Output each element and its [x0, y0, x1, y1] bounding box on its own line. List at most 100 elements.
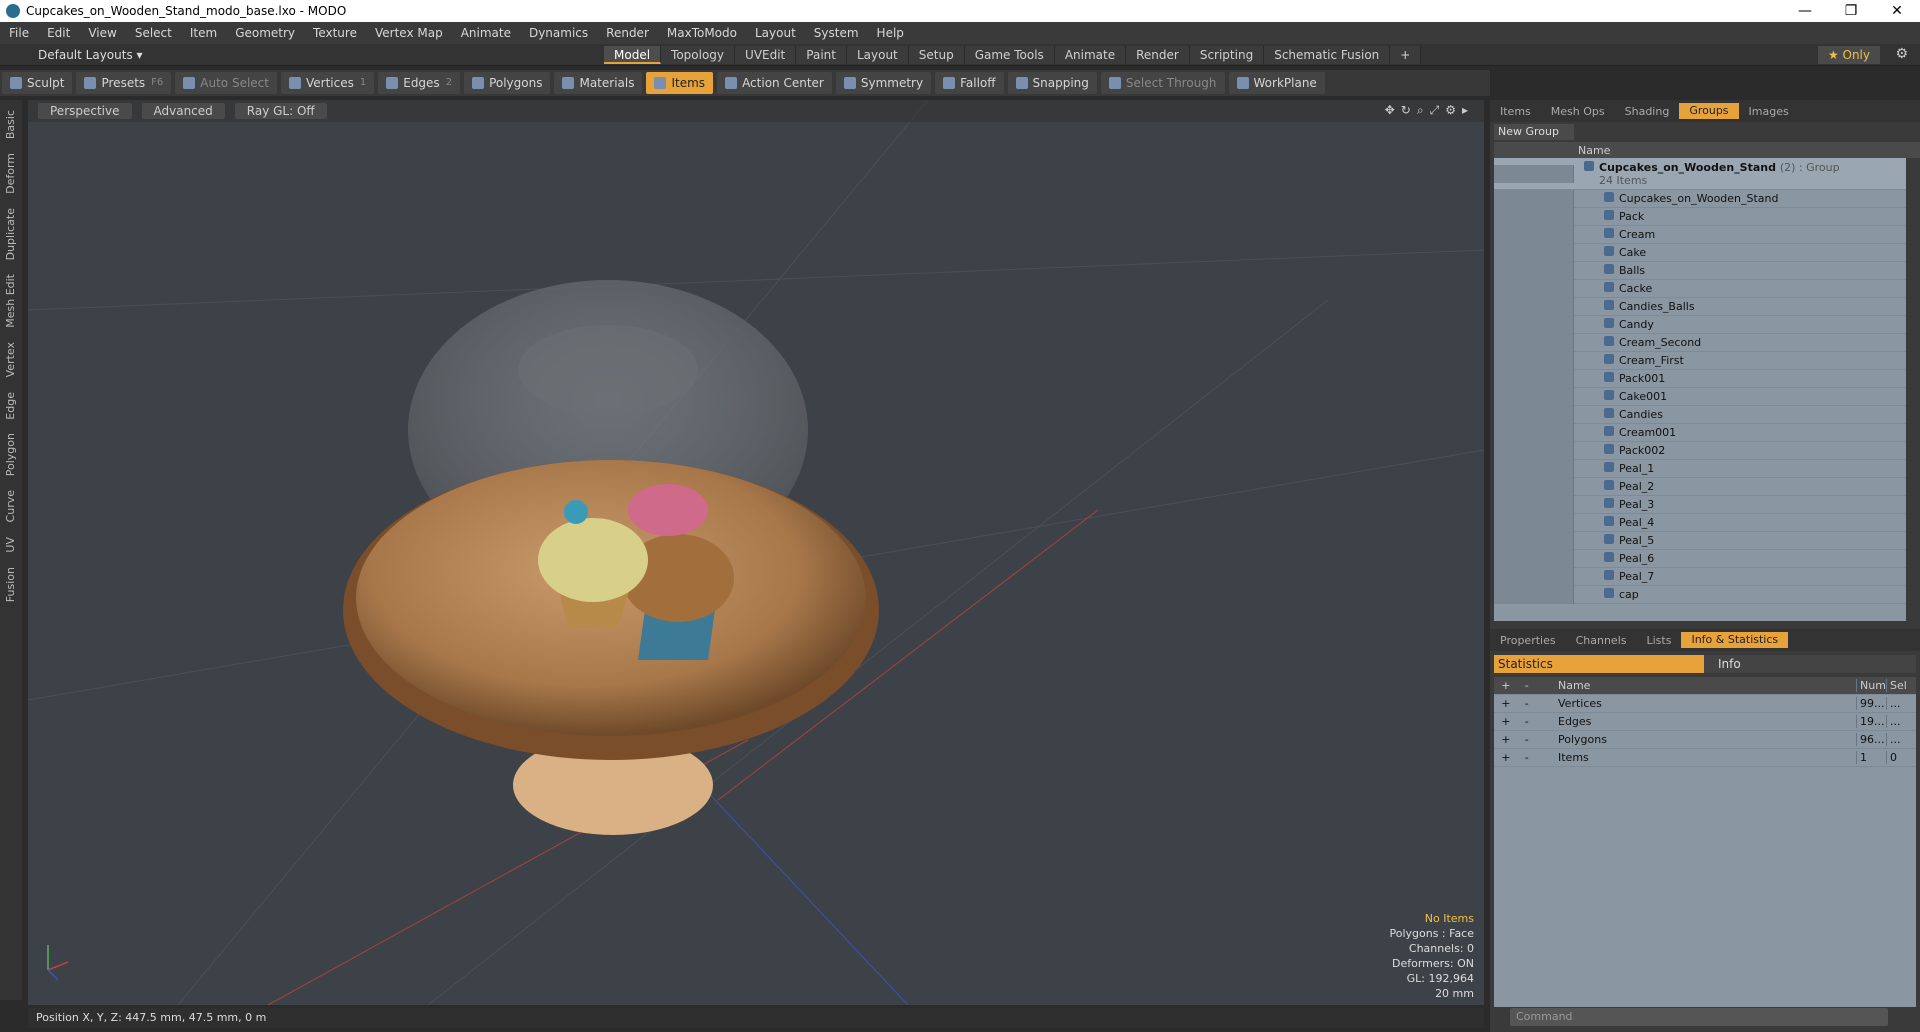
list-item[interactable]: Cream — [1494, 225, 1906, 244]
rotate-icon[interactable]: ↻ — [1401, 103, 1411, 118]
view-advanced-button[interactable]: Advanced — [141, 103, 225, 119]
list-item[interactable]: Peal_4 — [1494, 513, 1906, 532]
list-item[interactable]: Cake — [1494, 243, 1906, 262]
menu-maxtomodo[interactable]: MaxToModo — [658, 26, 746, 40]
viewport-menu-arrow-icon[interactable]: ▸ — [1462, 103, 1468, 118]
zoom-icon[interactable]: ⌕ — [1417, 103, 1424, 118]
menu-help[interactable]: Help — [868, 26, 913, 40]
tab-duplicate[interactable]: Duplicate — [0, 204, 21, 264]
tab-images[interactable]: Images — [1739, 105, 1799, 118]
tab-deform[interactable]: Deform — [0, 149, 21, 198]
only-toggle[interactable]: ★ Only — [1817, 46, 1880, 64]
menu-select[interactable]: Select — [126, 26, 181, 40]
list-item[interactable]: Candies_Balls — [1494, 297, 1906, 316]
tab-mesh-ops[interactable]: Mesh Ops — [1541, 105, 1615, 118]
menu-item[interactable]: Item — [181, 26, 226, 40]
add-button[interactable]: + — [1501, 715, 1510, 728]
list-item[interactable]: Peal_1 — [1494, 459, 1906, 478]
tab-render[interactable]: Render — [1126, 45, 1190, 64]
maximize-button[interactable]: ❐ — [1828, 3, 1874, 19]
list-item[interactable]: Cacke — [1494, 279, 1906, 298]
workplane-button[interactable]: WorkPlane — [1228, 72, 1325, 94]
auto-select-button[interactable]: Auto Select — [175, 72, 277, 94]
tab-items[interactable]: Items — [1490, 105, 1541, 118]
list-item[interactable]: Peal_5 — [1494, 531, 1906, 550]
pan-icon[interactable]: ✥ — [1385, 103, 1395, 118]
list-item[interactable]: Balls — [1494, 261, 1906, 280]
falloff-button[interactable]: Falloff — [935, 72, 1004, 94]
tab-schematic-fusion[interactable]: Schematic Fusion — [1264, 45, 1391, 64]
list-item[interactable]: Cream_First — [1494, 351, 1906, 370]
layout-selector[interactable]: Default Layouts ▾ — [0, 48, 151, 62]
tab-mesh-edit[interactable]: Mesh Edit — [0, 270, 21, 332]
menu-vertex-map[interactable]: Vertex Map — [366, 26, 452, 40]
tab-model[interactable]: Model — [604, 45, 662, 64]
tab-fusion[interactable]: Fusion — [0, 563, 21, 606]
tab-edge[interactable]: Edge — [0, 388, 21, 424]
menu-dynamics[interactable]: Dynamics — [520, 26, 597, 40]
list-item[interactable]: Candy — [1494, 315, 1906, 334]
menu-texture[interactable]: Texture — [304, 26, 366, 40]
raygl-button[interactable]: Ray GL: Off — [234, 103, 327, 119]
symmetry-button[interactable]: Symmetry — [835, 72, 932, 94]
tab-lists[interactable]: Lists — [1637, 634, 1682, 647]
tab-vertex[interactable]: Vertex — [0, 338, 21, 381]
tab-info-statistics[interactable]: Info & Statistics — [1681, 632, 1789, 648]
menu-edit[interactable]: Edit — [38, 26, 79, 40]
polygons-button[interactable]: Polygons — [464, 72, 551, 94]
close-button[interactable]: ✕ — [1874, 3, 1920, 19]
list-item[interactable]: Peal_2 — [1494, 477, 1906, 496]
remove-button[interactable]: - — [1525, 697, 1529, 710]
add-button[interactable]: + — [1501, 751, 1510, 764]
list-item[interactable]: Candies — [1494, 405, 1906, 424]
remove-button[interactable]: - — [1525, 751, 1529, 764]
menu-render[interactable]: Render — [597, 26, 658, 40]
statistics-tab[interactable]: Statistics — [1494, 655, 1704, 673]
menu-file[interactable]: File — [0, 26, 38, 40]
menu-animate[interactable]: Animate — [452, 26, 520, 40]
list-item[interactable]: Pack002 — [1494, 441, 1906, 460]
table-row[interactable]: + - Polygons 96... ... — [1494, 731, 1916, 749]
select-through-button[interactable]: Select Through — [1100, 72, 1225, 94]
menu-geometry[interactable]: Geometry — [226, 26, 304, 40]
presets-button[interactable]: Presets F6 — [76, 72, 172, 94]
tab-animate[interactable]: Animate — [1054, 45, 1127, 64]
tab-game-tools[interactable]: Game Tools — [964, 45, 1055, 64]
group-row[interactable]: Cupcakes_on_Wooden_Stand (2) : Group 24 I… — [1494, 158, 1906, 190]
tab-groups[interactable]: Groups — [1679, 103, 1739, 119]
tab-properties[interactable]: Properties — [1490, 634, 1566, 647]
add-button[interactable]: + — [1501, 733, 1510, 746]
menu-system[interactable]: System — [805, 26, 868, 40]
add-button[interactable]: + — [1501, 697, 1510, 710]
items-button[interactable]: Items — [646, 72, 714, 94]
list-item[interactable]: Cake001 — [1494, 387, 1906, 406]
tab-uvedit[interactable]: UVEdit — [735, 45, 797, 64]
tab-paint[interactable]: Paint — [796, 45, 847, 64]
remove-button[interactable]: - — [1525, 715, 1529, 728]
tab-polygon[interactable]: Polygon — [0, 429, 21, 480]
gear-icon[interactable]: ⚙ — [1895, 46, 1908, 62]
viewport-settings-icon[interactable]: ⚙ — [1445, 103, 1456, 118]
remove-button[interactable]: - — [1525, 733, 1529, 746]
materials-button[interactable]: Materials — [554, 72, 643, 94]
visibility-toggle[interactable] — [1494, 164, 1574, 183]
list-item[interactable]: Peal_3 — [1494, 495, 1906, 514]
list-item[interactable]: Cupcakes_on_Wooden_Stand — [1494, 189, 1906, 208]
table-row[interactable]: + - Edges 19... ... — [1494, 713, 1916, 731]
add-tab-button[interactable]: + — [1390, 45, 1422, 64]
vertices-button[interactable]: Vertices 1 — [280, 72, 375, 94]
tab-setup[interactable]: Setup — [908, 45, 965, 64]
list-item[interactable]: Peal_6 — [1494, 549, 1906, 568]
table-row[interactable]: + - Vertices 99... ... — [1494, 695, 1916, 713]
tab-layout[interactable]: Layout — [846, 45, 909, 64]
table-row[interactable]: + - Items 1 0 — [1494, 749, 1916, 767]
group-list[interactable]: Cupcakes_on_Wooden_Stand (2) : Group 24 I… — [1494, 158, 1906, 621]
command-input[interactable]: Command — [1510, 1008, 1888, 1026]
minimize-button[interactable]: — — [1782, 3, 1828, 19]
tab-channels[interactable]: Channels — [1566, 634, 1637, 647]
list-item[interactable]: Pack001 — [1494, 369, 1906, 388]
edges-button[interactable]: Edges 2 — [378, 72, 461, 94]
new-group-button[interactable]: New Group — [1494, 124, 1574, 140]
menu-layout[interactable]: Layout — [746, 26, 805, 40]
tab-scripting[interactable]: Scripting — [1189, 45, 1265, 64]
